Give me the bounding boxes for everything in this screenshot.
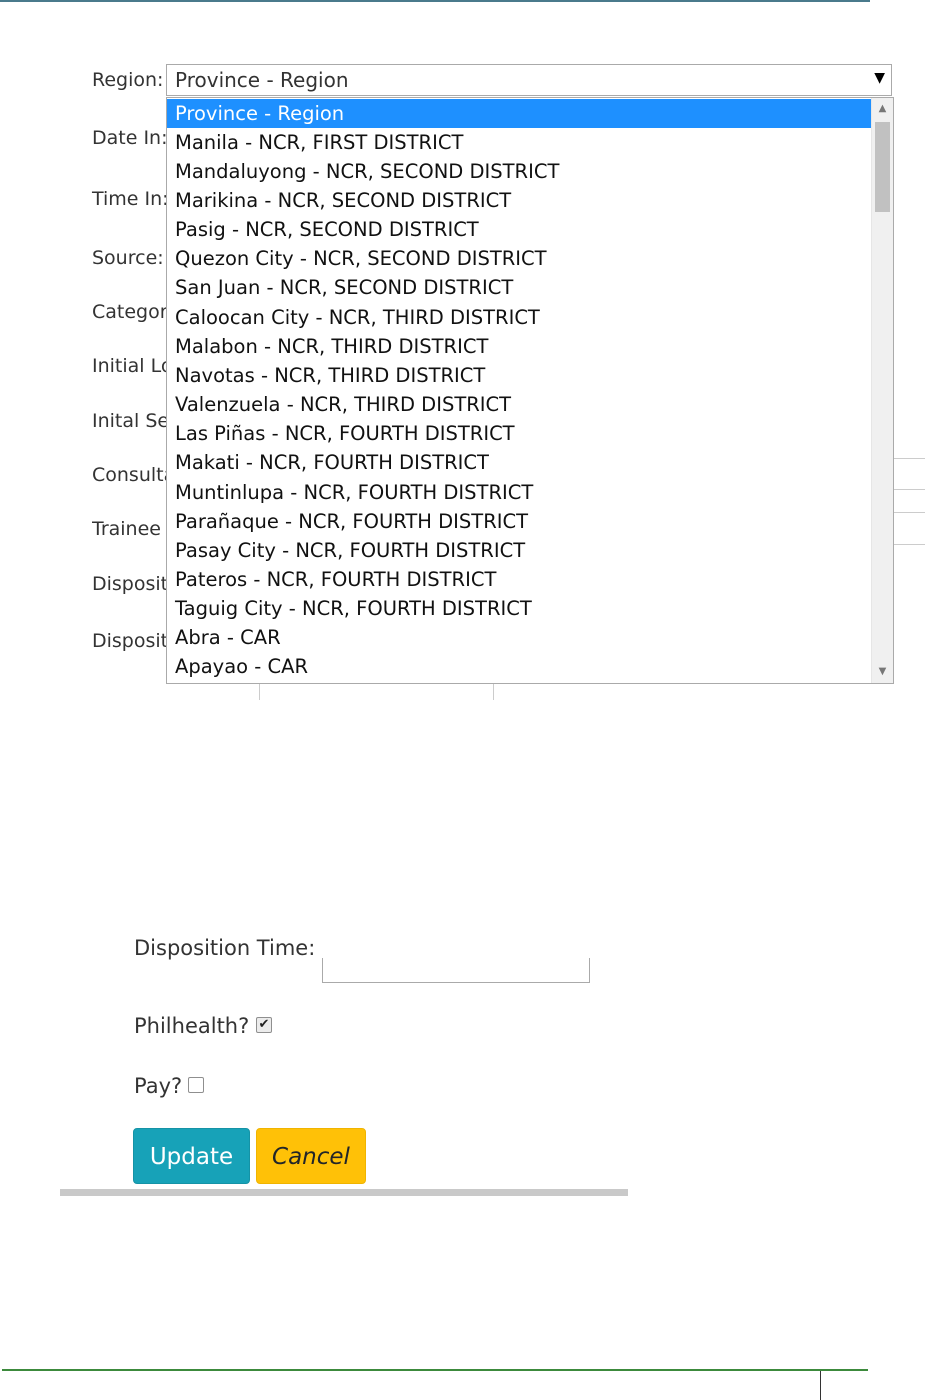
disposition-time-label: Disposition Time:: [134, 936, 316, 960]
page-top-rule: [0, 0, 870, 2]
consultant-label: Consulta: [92, 464, 167, 486]
scroll-thumb[interactable]: [875, 122, 890, 212]
footer-divider: [820, 1371, 821, 1400]
region-option[interactable]: Mandaluyong - NCR, SECOND DISTRICT: [167, 157, 871, 186]
region-select[interactable]: Province - Region ▼: [166, 64, 892, 96]
region-option[interactable]: Valenzuela - NCR, THIRD DISTRICT: [167, 390, 871, 419]
philhealth-checkbox[interactable]: ✔: [256, 1017, 272, 1033]
region-option[interactable]: Makati - NCR, FOURTH DISTRICT: [167, 448, 871, 477]
hidden-input-edge: [894, 489, 925, 490]
category-label: Categor: [92, 301, 167, 323]
initial-location-label: Initial Lo: [92, 355, 167, 377]
region-option[interactable]: Province - Region: [167, 99, 871, 128]
region-option[interactable]: Marikina - NCR, SECOND DISTRICT: [167, 186, 871, 215]
dropdown-scrollbar[interactable]: ▲ ▼: [871, 98, 893, 683]
region-dropdown-list[interactable]: Province - Region Manila - NCR, FIRST DI…: [166, 97, 894, 684]
form-screenshot-bottom: Disposition Time: Philhealth? ✔ Pay? Upd…: [0, 936, 925, 1200]
disposition-label: Disposit: [92, 573, 167, 595]
triangle-down-icon: ▼: [874, 70, 885, 86]
region-option[interactable]: Caloocan City - NCR, THIRD DISTRICT: [167, 303, 871, 332]
disposition-date-label: Disposit: [92, 630, 167, 652]
region-option[interactable]: San Juan - NCR, SECOND DISTRICT: [167, 273, 871, 302]
pay-label: Pay?: [134, 1074, 183, 1098]
region-option[interactable]: Apayao - CAR: [167, 652, 871, 681]
disposition-time-input[interactable]: [322, 958, 590, 983]
region-option[interactable]: Quezon City - NCR, SECOND DISTRICT: [167, 244, 871, 273]
region-select-value: Province - Region: [175, 68, 349, 92]
region-option[interactable]: Parañaque - NCR, FOURTH DISTRICT: [167, 507, 871, 536]
region-option[interactable]: Navotas - NCR, THIRD DISTRICT: [167, 361, 871, 390]
form-screenshot-top: Region: Date In: Time In: Source: Catego…: [0, 40, 925, 700]
time-in-label: Time In:: [92, 188, 169, 210]
philhealth-label: Philhealth?: [134, 1014, 250, 1038]
region-label: Region:: [92, 69, 164, 91]
footer-rule: [2, 1369, 868, 1371]
pay-checkbox[interactable]: [188, 1077, 204, 1093]
hidden-input-edge: [894, 512, 925, 513]
region-option[interactable]: Las Piñas - NCR, FOURTH DISTRICT: [167, 419, 871, 448]
date-in-label: Date In:: [92, 127, 168, 149]
hidden-input-edge: [259, 684, 260, 700]
scroll-up-arrow-icon[interactable]: ▲: [872, 100, 893, 118]
region-option[interactable]: Manila - NCR, FIRST DISTRICT: [167, 128, 871, 157]
screenshot-bottom-border: [60, 1189, 628, 1196]
region-option[interactable]: Abra - CAR: [167, 623, 871, 652]
region-option[interactable]: Pasay City - NCR, FOURTH DISTRICT: [167, 536, 871, 565]
hidden-input-edge: [493, 684, 494, 700]
scroll-down-arrow-icon[interactable]: ▼: [872, 663, 893, 681]
hidden-input-edge: [894, 458, 925, 459]
initial-severity-label: Inital Se: [92, 410, 167, 432]
cancel-button[interactable]: Cancel: [256, 1128, 366, 1184]
region-option[interactable]: Pateros - NCR, FOURTH DISTRICT: [167, 565, 871, 594]
update-button[interactable]: Update: [133, 1128, 250, 1184]
region-option[interactable]: Taguig City - NCR, FOURTH DISTRICT: [167, 594, 871, 623]
region-option[interactable]: Muntinlupa - NCR, FOURTH DISTRICT: [167, 478, 871, 507]
trainee-label: Trainee i: [92, 518, 167, 540]
region-option[interactable]: Malabon - NCR, THIRD DISTRICT: [167, 332, 871, 361]
hidden-input-edge: [894, 544, 925, 545]
source-label: Source:: [92, 247, 164, 269]
region-option[interactable]: Pasig - NCR, SECOND DISTRICT: [167, 215, 871, 244]
